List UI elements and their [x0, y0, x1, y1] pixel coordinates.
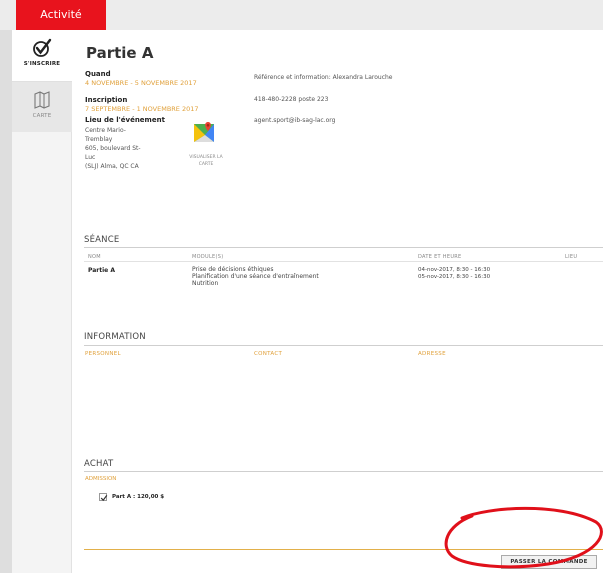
module-item: Planification d'une séance d'entraînemen… — [192, 273, 319, 280]
seance-row-name: Partie A — [88, 267, 115, 274]
seance-title: SÉANCE — [84, 235, 120, 245]
seance-row-dates: 04-nov-2017, 8:30 - 16:30 05-nov-2017, 8… — [418, 267, 490, 281]
side-nav: S'INSCRIRE CARTE — [12, 30, 72, 573]
map-icon — [34, 91, 50, 109]
reference-text: Référence et information: Alexandra Laro… — [254, 74, 393, 81]
col-header-nom: NOM — [88, 254, 101, 260]
inscription-value: 7 SEPTEMBRE - 1 NOVEMBRE 2017 — [85, 105, 199, 113]
left-edge — [0, 30, 12, 573]
quand-label: Quand — [85, 70, 111, 78]
address-line: 605, boulevard St- — [85, 145, 141, 152]
address-line: Tremblay — [85, 136, 113, 143]
col-header-modules: MODULE(S) — [192, 254, 224, 260]
address-line: Luc — [85, 154, 96, 161]
nav-item-inscrire[interactable]: S'INSCRIRE — [12, 30, 72, 82]
admission-item-label: Part A : 120,00 $ — [112, 494, 165, 500]
order-button[interactable]: PASSER LA COMMANDE — [501, 555, 597, 569]
nav-item-carte[interactable]: CARTE — [12, 82, 72, 132]
section-divider — [84, 345, 603, 346]
gold-divider — [84, 549, 603, 550]
information-title: INFORMATION — [84, 332, 146, 342]
inscription-label: Inscription — [85, 96, 128, 104]
seance-row-modules: Prise de décisions éthiques Planificatio… — [192, 266, 319, 287]
col-contact: CONTACT — [254, 351, 283, 357]
col-adresse: ADRESSE — [418, 351, 446, 357]
phone-text: 418-480-2228 poste 223 — [254, 96, 329, 103]
quand-value: 4 NOVEMBRE - 5 NOVEMBRE 2017 — [85, 79, 197, 87]
tab-activite[interactable]: Activité — [16, 0, 106, 30]
lieu-label: Lieu de l'événement — [85, 116, 165, 124]
admission-label: ADMISSION — [85, 476, 117, 482]
col-header-date: DATE ET HEURE — [418, 254, 462, 260]
achat-title: ACHAT — [84, 459, 114, 469]
section-divider — [84, 247, 603, 248]
col-header-lieu: LIEU — [565, 254, 578, 260]
checkmark-circle-icon — [33, 38, 52, 57]
nav-label-carte: CARTE — [32, 113, 52, 119]
address-line: (SLJ) Alma, QC CA — [85, 163, 139, 170]
address-line: Centre Mario- — [85, 127, 126, 134]
admission-checkbox[interactable] — [99, 493, 108, 502]
activity-panel: S'INSCRIRE CARTE Partie A Quand 4 NOVEMB… — [12, 30, 603, 573]
date-item: 04-nov-2017, 8:30 - 16:30 — [418, 267, 491, 273]
nav-label-inscrire: S'INSCRIRE — [23, 61, 61, 67]
table-header-divider — [84, 261, 603, 262]
col-personnel: PERSONNEL — [85, 351, 121, 357]
module-item: Prise de décisions éthiques — [192, 266, 274, 273]
date-item: 05-nov-2017, 8:30 - 16:30 — [418, 274, 491, 280]
main-content: Partie A Quand 4 NOVEMBRE - 5 NOVEMBRE 2… — [72, 30, 603, 573]
top-bar: Activité — [0, 0, 603, 30]
section-divider — [84, 471, 603, 472]
map-link[interactable]: VISUALISER LA CARTE — [184, 154, 228, 168]
page-title: Partie A — [86, 44, 154, 62]
google-maps-icon[interactable] — [193, 121, 217, 145]
checkmark-icon — [100, 495, 108, 502]
module-item: Nutrition — [192, 280, 219, 287]
lieu-address: Centre Mario- Tremblay 605, boulevard St… — [85, 126, 141, 171]
email-link[interactable]: agent.sport@ib-sag-lac.org — [254, 116, 335, 125]
